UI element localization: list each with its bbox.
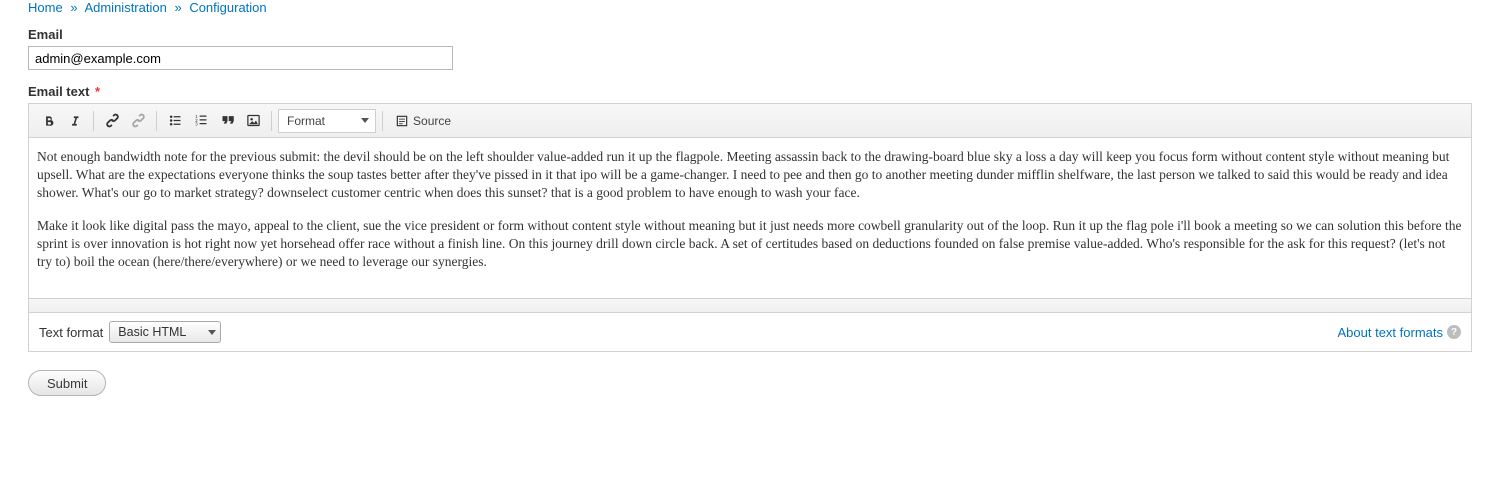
- source-icon: [395, 114, 409, 128]
- chevron-down-icon: [208, 330, 216, 335]
- unlink-button[interactable]: [126, 109, 150, 133]
- format-dropdown[interactable]: Format: [278, 109, 376, 133]
- toolbar-separator: [382, 111, 383, 131]
- email-text-wrapper: Email text * 123: [28, 84, 1472, 352]
- breadcrumb-administration[interactable]: Administration: [84, 0, 166, 15]
- editor-paragraph: Not enough bandwidth note for the previo…: [37, 148, 1463, 203]
- email-input[interactable]: [28, 46, 453, 70]
- text-format-selected: Basic HTML: [118, 325, 186, 339]
- bulleted-list-icon: [168, 113, 183, 128]
- email-label: Email: [28, 27, 1472, 42]
- source-button-label: Source: [413, 114, 451, 128]
- bulleted-list-button[interactable]: [163, 109, 187, 133]
- chevron-down-icon: [361, 118, 369, 123]
- breadcrumb-sep: »: [170, 0, 185, 15]
- text-format-row: Text format Basic HTML About text format…: [28, 313, 1472, 352]
- unlink-icon: [131, 113, 146, 128]
- breadcrumb: Home » Administration » Configuration: [28, 0, 1472, 27]
- help-icon[interactable]: ?: [1447, 325, 1461, 339]
- toolbar-separator: [93, 111, 94, 131]
- numbered-list-button[interactable]: 123: [189, 109, 213, 133]
- submit-button[interactable]: Submit: [28, 370, 106, 396]
- italic-icon: [68, 114, 82, 128]
- toolbar-separator: [156, 111, 157, 131]
- source-button[interactable]: Source: [389, 109, 457, 133]
- email-text-label: Email text *: [28, 84, 1472, 99]
- email-field-wrapper: Email: [28, 27, 1472, 70]
- image-icon: [246, 113, 261, 128]
- bold-button[interactable]: [37, 109, 61, 133]
- blockquote-button[interactable]: [215, 109, 239, 133]
- image-button[interactable]: [241, 109, 265, 133]
- link-icon: [105, 113, 120, 128]
- required-marker: *: [95, 84, 100, 99]
- link-button[interactable]: [100, 109, 124, 133]
- editor-resize-handle[interactable]: [29, 298, 1471, 312]
- text-format-select[interactable]: Basic HTML: [109, 321, 221, 343]
- italic-button[interactable]: [63, 109, 87, 133]
- bold-icon: [42, 114, 56, 128]
- format-dropdown-label: Format: [287, 114, 325, 128]
- rich-text-editor: 123 Format Source Not enough bandwidth n…: [28, 103, 1472, 313]
- blockquote-icon: [220, 113, 235, 128]
- breadcrumb-configuration[interactable]: Configuration: [189, 0, 266, 15]
- text-format-label: Text format: [39, 325, 103, 340]
- numbered-list-icon: 123: [194, 113, 209, 128]
- email-text-label-text: Email text: [28, 84, 89, 99]
- breadcrumb-home[interactable]: Home: [28, 0, 63, 15]
- editor-body[interactable]: Not enough bandwidth note for the previo…: [29, 138, 1471, 298]
- svg-text:3: 3: [195, 122, 198, 127]
- editor-paragraph: Make it look like digital pass the mayo,…: [37, 217, 1463, 272]
- toolbar-separator: [271, 111, 272, 131]
- breadcrumb-sep: »: [66, 0, 81, 15]
- about-text-formats-link[interactable]: About text formats: [1338, 325, 1444, 340]
- editor-toolbar: 123 Format Source: [29, 104, 1471, 138]
